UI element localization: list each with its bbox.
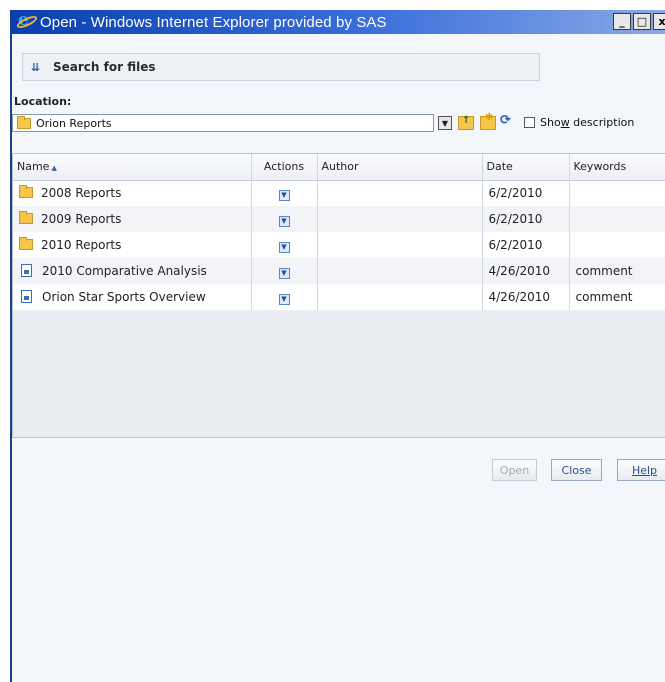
item-name[interactable]: 2010 Comparative Analysis — [42, 264, 207, 278]
table-row[interactable]: 2010 Reports ▼ 6/2/2010 — [13, 232, 665, 258]
column-header-author[interactable]: Author — [316, 154, 482, 181]
actions-dropdown-icon[interactable]: ▼ — [278, 189, 290, 201]
search-for-files-label[interactable]: Search for files — [53, 60, 155, 74]
sort-ascending-icon: ▲ — [51, 164, 57, 173]
actions-dropdown-icon[interactable]: ▼ — [278, 215, 290, 227]
table-row[interactable]: Orion Star Sports Overview ▼ 4/26/2010 c… — [13, 284, 665, 310]
close-button[interactable]: Close — [551, 459, 602, 481]
dialog-window: e Open - Windows Internet Explorer provi… — [10, 10, 665, 682]
item-keywords — [568, 206, 665, 232]
item-date: 6/2/2010 — [481, 232, 569, 258]
open-button[interactable]: Open — [492, 459, 537, 481]
item-keywords: comment — [568, 258, 665, 284]
column-header-keywords[interactable]: Keywords — [568, 154, 665, 181]
internet-explorer-icon: e — [15, 10, 39, 31]
table-row[interactable]: 2009 Reports ▼ 6/2/2010 — [13, 206, 665, 232]
window-title: Open - Windows Internet Explorer provide… — [40, 13, 387, 31]
folder-icon — [17, 115, 31, 129]
minimize-button[interactable]: _ — [613, 13, 631, 30]
item-keywords — [568, 180, 665, 206]
item-name[interactable]: 2008 Reports — [41, 186, 121, 200]
item-date: 4/26/2010 — [481, 258, 569, 284]
item-date: 6/2/2010 — [481, 206, 569, 232]
location-select[interactable]: Orion Reports — [12, 114, 434, 132]
item-author — [316, 232, 482, 258]
column-header-actions[interactable]: Actions — [250, 154, 317, 181]
item-name[interactable]: Orion Star Sports Overview — [42, 290, 206, 304]
report-icon — [21, 290, 32, 303]
table-row[interactable]: 2010 Comparative Analysis ▼ 4/26/2010 co… — [13, 258, 665, 284]
item-keywords: comment — [568, 284, 665, 310]
item-name[interactable]: 2009 Reports — [41, 212, 121, 226]
show-description-label[interactable]: Show description — [540, 116, 634, 129]
item-date: 6/2/2010 — [481, 180, 569, 206]
item-keywords — [568, 232, 665, 258]
show-description-checkbox[interactable] — [524, 117, 535, 128]
new-folder-icon[interactable]: ✱ — [480, 112, 496, 130]
folder-icon — [19, 211, 33, 224]
report-icon — [21, 264, 32, 277]
location-value: Orion Reports — [36, 116, 112, 130]
close-window-button[interactable]: x — [653, 13, 665, 30]
search-panel[interactable]: ⇊ Search for files — [22, 53, 540, 81]
actions-dropdown-icon[interactable]: ▼ — [278, 267, 290, 279]
refresh-icon[interactable]: ⟳ — [500, 113, 516, 128]
item-author — [316, 284, 482, 310]
help-button[interactable]: Help — [617, 459, 665, 481]
location-label: Location: — [14, 95, 72, 108]
item-name[interactable]: 2010 Reports — [41, 238, 121, 252]
double-chevron-down-icon[interactable]: ⇊ — [31, 61, 43, 74]
file-list: Name ▲ Actions Author Date Keywords 2008 … — [12, 153, 665, 438]
table-row[interactable]: 2008 Reports ▼ 6/2/2010 — [13, 180, 665, 206]
title-bar[interactable]: e Open - Windows Internet Explorer provi… — [12, 10, 665, 34]
item-author — [316, 180, 482, 206]
item-author — [316, 206, 482, 232]
folder-icon — [19, 185, 33, 199]
folder-icon — [19, 237, 33, 250]
item-date: 4/26/2010 — [481, 284, 569, 310]
up-folder-icon[interactable]: ↑ — [458, 115, 474, 130]
location-dropdown-button[interactable]: ▼ — [438, 116, 452, 130]
item-author — [316, 258, 482, 284]
column-header-date[interactable]: Date — [481, 154, 569, 181]
column-header-name[interactable]: Name ▲ — [13, 154, 251, 181]
actions-dropdown-icon[interactable]: ▼ — [278, 241, 290, 253]
maximize-button[interactable]: □ — [633, 13, 651, 30]
actions-dropdown-icon[interactable]: ▼ — [278, 293, 290, 305]
